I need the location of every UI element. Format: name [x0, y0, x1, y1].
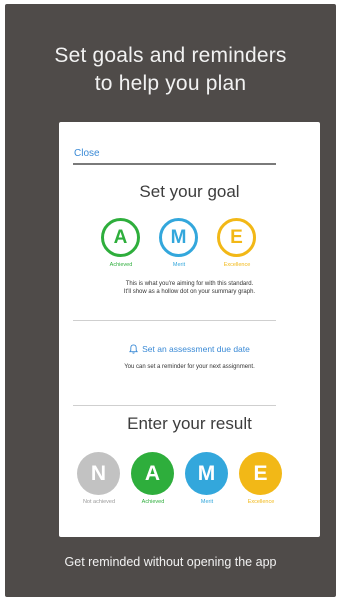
- goal-merit-letter: M: [170, 226, 187, 248]
- result-achieved-letter: A: [144, 461, 161, 485]
- set-due-date-link[interactable]: Set an assessment due date: [59, 344, 320, 354]
- result-excellence-letter: E: [253, 461, 268, 485]
- goal-description: This is what you're aiming for with this…: [59, 280, 320, 296]
- goal-excellence-button[interactable]: E: [217, 218, 256, 257]
- promo-screen: Set goals and reminders to help you plan…: [5, 4, 336, 597]
- goal-options: A Achieved M Merit E Excellence: [101, 218, 279, 274]
- section-divider: [73, 405, 276, 406]
- goal-excellence-label: Excellence: [223, 262, 251, 268]
- goal-title: Set your goal: [139, 182, 240, 201]
- close-button[interactable]: Close: [74, 148, 100, 159]
- goal-achieved-label: Achieved: [109, 262, 133, 268]
- goal-description-line-2: It'll show as a hollow dot on your summa…: [123, 289, 256, 295]
- footer-caption: Get reminded without opening the app: [64, 555, 277, 569]
- result-not-achieved-button[interactable]: N: [77, 452, 120, 495]
- result-not-achieved-label: Not achieved: [82, 499, 116, 505]
- goal-merit-button[interactable]: M: [159, 218, 198, 257]
- result-merit-letter: M: [197, 461, 216, 485]
- result-merit-label: Merit: [200, 499, 214, 505]
- goal-merit-label: Merit: [172, 262, 186, 268]
- phone-card: Close Set your goal A Achieved M Merit E…: [59, 122, 320, 537]
- result-excellence-label: Excellence: [247, 499, 275, 505]
- headline-line-1: Set goals and reminders: [54, 44, 287, 67]
- header-divider: [73, 163, 276, 165]
- goal-excellence-letter: E: [230, 226, 243, 248]
- result-options: N Not achieved A Achieved M Merit E Exce…: [77, 452, 303, 508]
- goal-achieved-letter: A: [113, 226, 128, 248]
- bell-icon: [129, 344, 139, 354]
- headline-line-2: to help you plan: [94, 72, 247, 95]
- result-title: Enter your result: [127, 414, 252, 433]
- goal-description-line-1: This is what you're aiming for with this…: [125, 281, 254, 287]
- result-achieved-button[interactable]: A: [131, 452, 174, 495]
- set-due-date-label: Set an assessment due date: [142, 344, 250, 354]
- reminder-description: You can set a reminder for your next ass…: [124, 364, 255, 370]
- section-divider: [73, 320, 276, 321]
- goal-achieved-button[interactable]: A: [101, 218, 140, 257]
- result-not-achieved-letter: N: [90, 461, 107, 485]
- headline: Set goals and reminders to help you plan: [5, 42, 336, 98]
- result-excellence-button[interactable]: E: [239, 452, 282, 495]
- result-merit-button[interactable]: M: [185, 452, 228, 495]
- result-achieved-label: Achieved: [141, 499, 165, 505]
